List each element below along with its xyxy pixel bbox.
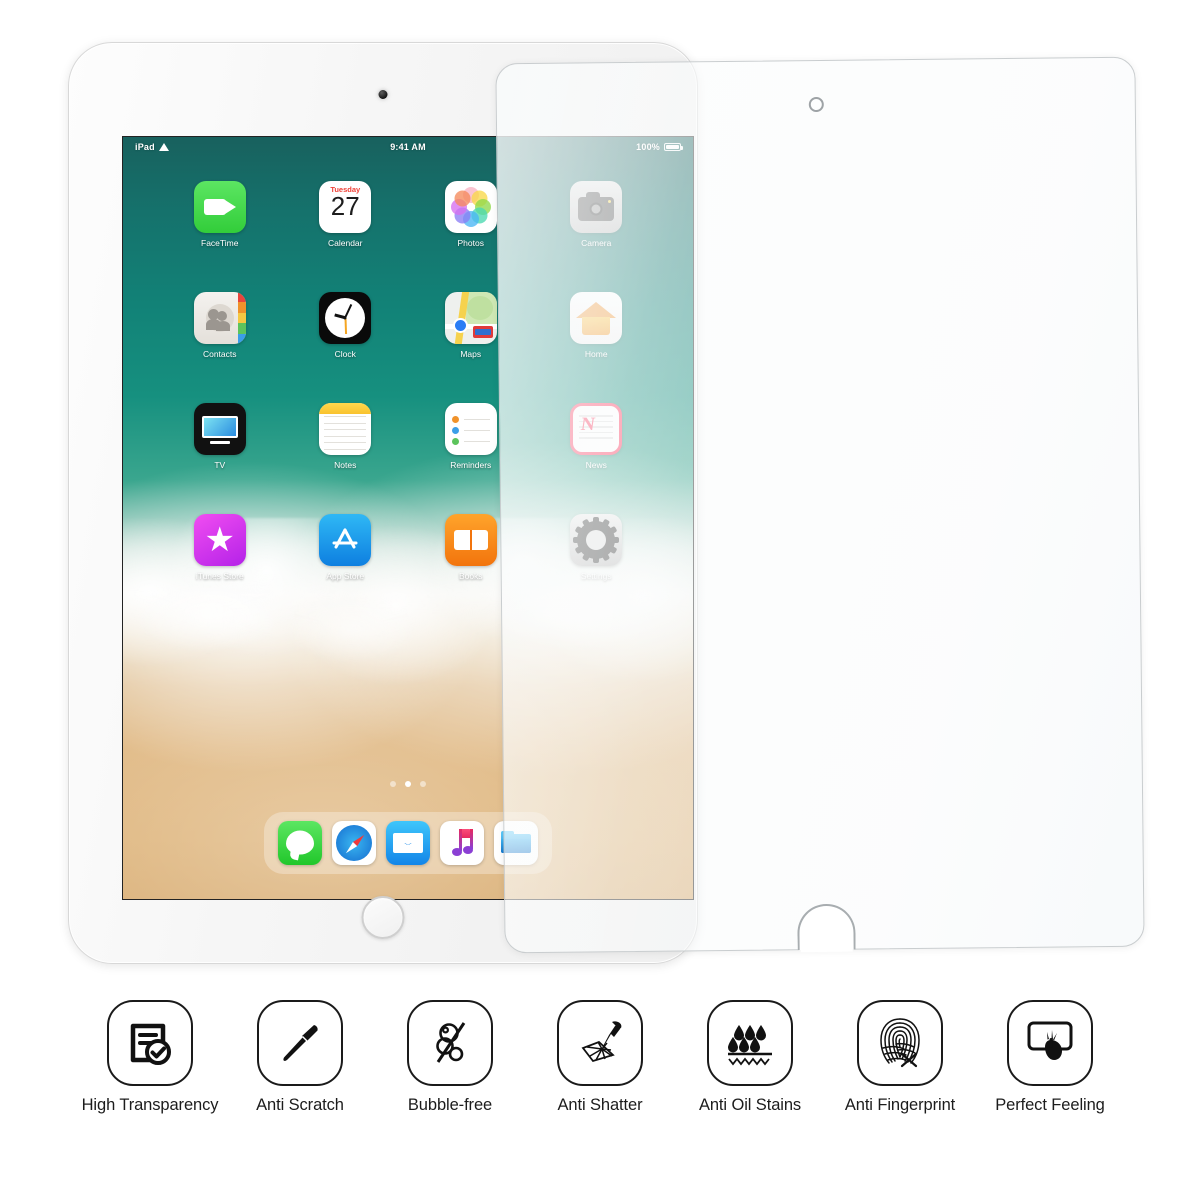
home-button[interactable] — [361, 896, 405, 939]
document-check-icon — [107, 1000, 193, 1086]
app-label: Reminders — [450, 460, 492, 470]
product-photo: iPad 9:41 AM 100% FaceTime — [0, 0, 1200, 990]
messages-icon[interactable] — [278, 821, 322, 865]
tv-icon — [193, 403, 246, 455]
feature-label: Anti Shatter — [557, 1096, 643, 1114]
maps-icon — [444, 292, 497, 344]
notes-icon — [319, 403, 372, 455]
books-icon — [444, 514, 497, 566]
app-label: Calendar — [328, 238, 363, 248]
app-clock[interactable]: Clock — [283, 292, 409, 359]
calendar-icon: Tuesday 27 — [319, 181, 372, 233]
protector-glare — [496, 57, 1144, 953]
app-label: Clock — [334, 349, 356, 359]
app-notes[interactable]: Notes — [283, 403, 409, 470]
photos-flower — [450, 187, 491, 227]
app-app-store[interactable]: App Store — [283, 514, 409, 581]
feature-label: Anti Oil Stains — [698, 1096, 802, 1114]
app-label: FaceTime — [201, 238, 239, 248]
feature-label: High Transparency — [81, 1096, 219, 1114]
protector-notch-mask — [800, 943, 853, 953]
feature-anti-fingerprint: Anti Fingerprint — [835, 1000, 965, 1115]
feature-label: Bubble-free — [407, 1096, 493, 1114]
fingerprint-icon — [857, 1000, 943, 1086]
app-label: Photos — [457, 238, 484, 248]
contacts-icon — [193, 292, 246, 344]
itunes-store-icon: ★ — [193, 514, 246, 566]
photos-icon — [444, 181, 497, 233]
app-label: iTunes Store — [195, 571, 244, 581]
reminders-icon — [444, 403, 497, 455]
feature-high-transparency: High Transparency — [82, 1000, 219, 1115]
feature-label: Perfect Feeling — [995, 1096, 1105, 1114]
app-label: Contacts — [202, 349, 237, 359]
feature-label: Anti Scratch — [256, 1096, 344, 1114]
touch-screen-icon — [1007, 1000, 1093, 1086]
feature-anti-oil-stains: Anti Oil Stains — [685, 1000, 815, 1115]
product-image: iPad 9:41 AM 100% FaceTime — [0, 0, 1200, 1200]
front-camera-icon — [378, 90, 388, 99]
screen-protector — [495, 56, 1145, 954]
protector-camera-cutout-icon — [808, 96, 824, 113]
safari-icon[interactable] — [332, 821, 376, 865]
facetime-icon — [193, 181, 246, 233]
page-dot[interactable] — [420, 781, 426, 787]
feature-bubble-free: Bubble-free — [385, 1000, 515, 1115]
feature-anti-shatter: Anti Shatter — [535, 1000, 665, 1115]
app-label: TV — [214, 460, 226, 470]
no-bubbles-icon — [407, 1000, 493, 1086]
app-label: Books — [458, 571, 483, 581]
app-facetime[interactable]: FaceTime — [157, 181, 283, 248]
feature-label: Anti Fingerprint — [844, 1096, 956, 1114]
app-store-icon — [319, 514, 372, 566]
feature-anti-scratch: Anti Scratch — [235, 1000, 365, 1115]
feature-perfect-feeling: Perfect Feeling — [985, 1000, 1115, 1115]
app-label: App Store — [326, 571, 365, 581]
knife-icon — [257, 1000, 343, 1086]
hammer-shatter-icon — [557, 1000, 643, 1086]
app-tv[interactable]: TV — [157, 403, 283, 470]
oil-droplets-icon — [707, 1000, 793, 1086]
feature-list: High Transparency Anti Scratch Bubble-fr… — [0, 1000, 1200, 1190]
app-label: Maps — [460, 349, 482, 359]
app-label: Notes — [334, 460, 357, 470]
clock-icon — [319, 292, 372, 344]
calendar-day: 27 — [330, 191, 360, 221]
app-contacts[interactable]: Contacts — [157, 292, 283, 359]
page-dot-active[interactable] — [405, 781, 411, 787]
app-calendar[interactable]: Tuesday 27 Calendar — [283, 181, 409, 248]
mail-icon[interactable] — [386, 821, 430, 865]
app-itunes-store[interactable]: ★ iTunes Store — [157, 514, 283, 581]
music-icon[interactable] — [440, 821, 484, 865]
page-dot[interactable] — [390, 781, 396, 787]
